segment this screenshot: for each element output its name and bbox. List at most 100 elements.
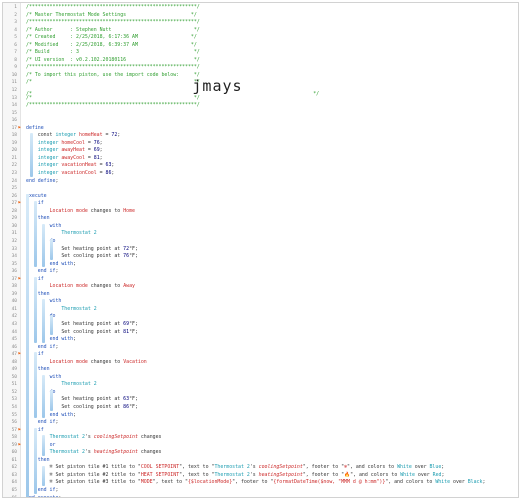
code-text[interactable]: end define;	[26, 178, 58, 186]
code-text[interactable]: Location mode changes to Vacation	[26, 359, 147, 367]
code-text[interactable]: integer vacationHeat = 63;	[26, 162, 115, 170]
code-token: if	[37, 275, 44, 282]
code-text[interactable]: /* Author : Stephen Nutt */	[26, 27, 200, 35]
code-line: 34 Set cooling point at 76°F;	[3, 253, 518, 261]
code-text[interactable]: ⌘ Set piston tile #3 title to "MODE", te…	[26, 479, 486, 487]
code-line: 65 end if;	[3, 487, 518, 495]
code-token: integer	[37, 139, 62, 146]
code-token: ;	[73, 260, 77, 267]
condition-flag-icon[interactable]: ⚑	[18, 200, 21, 208]
code-token: Thermostat 2	[49, 449, 85, 456]
code-line: 51 Thermostat 2	[3, 381, 518, 389]
code-token: ;	[482, 479, 486, 486]
code-text[interactable]: /***************************************…	[26, 4, 200, 12]
code-token: ;	[117, 132, 121, 139]
line-number: 19	[11, 140, 17, 146]
code-token: vacationHeat	[61, 162, 97, 169]
code-text[interactable]: Location mode changes to Home	[26, 208, 135, 216]
code-text[interactable]: Location mode changes to Away	[26, 283, 135, 291]
code-text[interactable]: /* */	[26, 95, 200, 103]
code-line: 42 do	[3, 313, 518, 321]
condition-flag-icon[interactable]: ⚑	[18, 276, 21, 284]
code-text[interactable]: end if;	[26, 343, 59, 352]
code-line: 33 Set heating point at 72°F;	[3, 246, 518, 254]
line-number: 53	[11, 397, 17, 403]
code-text[interactable]: integer awayCool = 81;	[26, 155, 103, 163]
code-text[interactable]: const integer homeHeat = 72;	[26, 132, 121, 140]
line-number: 65	[11, 488, 17, 493]
code-text[interactable]: define	[26, 125, 44, 133]
code-text[interactable]: Thermostat 2	[26, 230, 96, 238]
line-number: 64	[11, 480, 17, 486]
code-token: °F;	[129, 253, 138, 260]
code-text[interactable]: /* Modified : 2/25/2018, 6:39:37 AM */	[26, 42, 197, 50]
code-token: end if	[37, 487, 56, 493]
code-token: {$locationMode}	[187, 479, 233, 486]
code-text[interactable]: /* UI version : v0.2.102.20180116 */	[26, 57, 200, 65]
code-token: ", and colors to	[385, 479, 436, 486]
code-line: 40 with	[3, 298, 518, 306]
code-text[interactable]: ⌘ Set piston tile #2 title to "HEAT SETP…	[26, 471, 445, 480]
code-token: end with	[49, 260, 74, 267]
block-guide-bar	[34, 276, 37, 343]
code-text[interactable]: or	[26, 442, 56, 450]
code-token: then	[37, 215, 50, 222]
condition-flag-icon[interactable]: ⚑	[18, 125, 21, 133]
code-text[interactable]: end if;	[26, 487, 59, 495]
code-line: 1 /**************************************…	[3, 4, 518, 12]
block-guide-bar	[50, 239, 53, 260]
code-text[interactable]: end if;	[26, 419, 59, 427]
code-text[interactable]: then	[26, 291, 50, 299]
code-line: 6 /* Modified : 2/25/2018, 6:39:37 AM */	[3, 42, 518, 50]
code-line: 30 with	[3, 223, 518, 231]
code-text[interactable]: /* Build : 3 */	[26, 49, 200, 57]
code-text[interactable]: ⌘ Set piston tile #1 title to "COOL SETP…	[26, 464, 445, 472]
code-token: MODE	[140, 479, 153, 486]
piston-code-editor[interactable]: 1 /**************************************…	[2, 2, 519, 498]
line-number: 6	[14, 42, 17, 48]
code-text[interactable]: then	[26, 215, 50, 223]
code-line: 45 end with;	[3, 336, 518, 344]
code-token: integer	[37, 154, 62, 161]
code-text[interactable]: Thermostat 2's coolingSetpoint changes	[26, 434, 162, 442]
code-token: ;	[99, 139, 103, 146]
condition-flag-icon[interactable]: ⚑	[18, 351, 21, 359]
line-number: 12	[11, 88, 17, 94]
code-text[interactable]: /***************************************…	[26, 102, 200, 110]
code-text[interactable]: then	[26, 366, 50, 374]
code-token: °F;	[129, 403, 138, 410]
code-token: end if	[37, 343, 56, 350]
line-number: 48	[11, 359, 17, 365]
code-text[interactable]: end execute;	[26, 495, 61, 497]
line-number: 44	[11, 329, 17, 335]
condition-flag-icon[interactable]: ⚑	[18, 442, 21, 450]
code-token: /* Modified : 2/25/2018, 6:39:37 AM */	[26, 41, 197, 48]
code-text[interactable]: /***************************************…	[26, 64, 200, 72]
code-text[interactable]: then	[26, 457, 50, 465]
code-text[interactable]: integer homeCool = 76;	[26, 140, 103, 148]
code-text[interactable]: integer awayHeat = 69;	[26, 147, 103, 155]
code-text[interactable]: /***************************************…	[26, 19, 200, 27]
code-line: 49 then	[3, 366, 518, 374]
line-number: 27	[11, 201, 17, 207]
code-token: awayCool	[61, 154, 85, 161]
code-text[interactable]: /* Created : 2/25/2018, 6:17:36 AM */	[26, 34, 197, 42]
line-number: 8	[14, 57, 17, 63]
line-number: 60	[11, 450, 17, 456]
code-line: 27 ⚑ if	[3, 200, 518, 208]
code-token: heatingSetpoint	[258, 471, 303, 478]
code-text[interactable]: Thermostat 2	[26, 306, 96, 314]
code-text[interactable]: integer vacationCool = 86;	[26, 170, 115, 178]
code-token: Location mode	[49, 283, 88, 290]
code-text[interactable]: end if;	[26, 268, 59, 276]
condition-flag-icon[interactable]: ⚑	[18, 427, 21, 435]
code-token: /***************************************…	[26, 4, 200, 10]
code-text[interactable]: Thermostat 2's heatingSetpoint changes	[26, 449, 162, 457]
code-text[interactable]: Thermostat 2	[26, 381, 96, 389]
code-text[interactable]: execute	[26, 193, 47, 201]
code-line: 52 do	[3, 389, 518, 397]
code-text[interactable]: /* Master Thermostat Mode Settings */	[26, 12, 197, 20]
